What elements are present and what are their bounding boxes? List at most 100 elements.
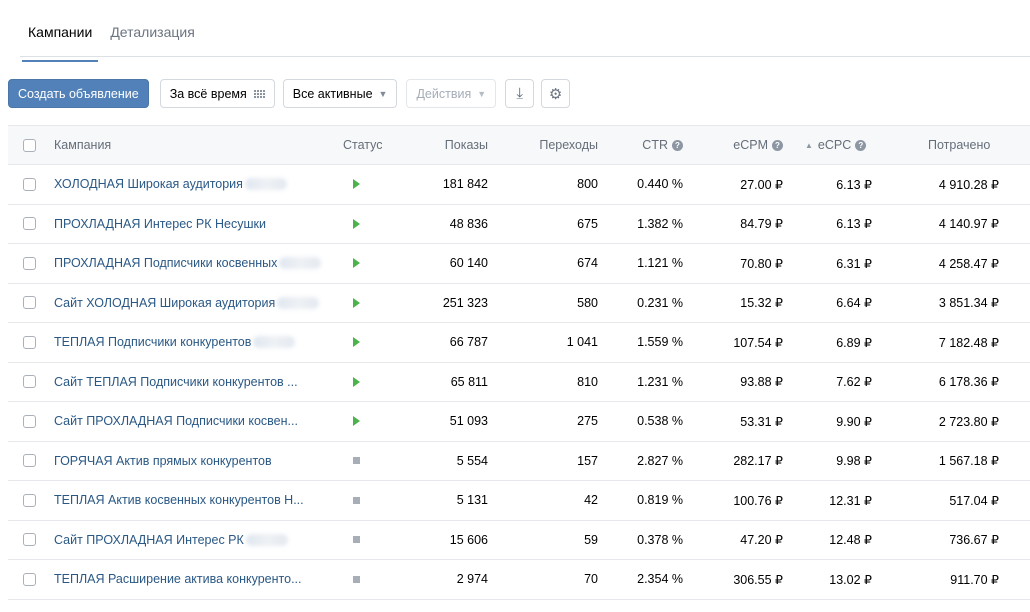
play-icon[interactable] <box>353 297 360 308</box>
download-icon: ⤓ <box>516 85 523 102</box>
table-row[interactable]: ПРОХЛАДНАЯ Подписчики косвенных 60 140 674… <box>8 244 1030 284</box>
table-row[interactable]: Сайт ХОЛОДНАЯ Широкая аудитория 251 323 58… <box>8 284 1030 323</box>
status-cell <box>353 481 373 520</box>
table-header: Кампания Статус Показы Переходы CTR ? eC… <box>8 125 1030 165</box>
row-checkbox[interactable] <box>23 256 36 270</box>
header-views[interactable]: Показы <box>406 126 488 164</box>
table-row[interactable]: ГОРЯЧАЯ Актив прямых конкурентов 5 554 157… <box>8 442 1030 481</box>
clicks-cell: 157 <box>577 453 598 468</box>
row-checkbox[interactable] <box>23 335 36 349</box>
ctr-cell: 0.378 % <box>637 532 683 547</box>
ecpc-cell: 6.64 ₽ <box>836 296 872 311</box>
play-icon[interactable] <box>353 376 360 387</box>
row-checkbox[interactable] <box>23 493 36 507</box>
status-cell <box>353 165 373 204</box>
campaign-name-link[interactable]: ПРОХЛАДНАЯ Подписчики косвенных <box>54 256 277 270</box>
campaign-name-link[interactable]: ТЕПЛАЯ Актив косвенных конкурентов Н... <box>54 493 304 507</box>
campaign-name-link[interactable]: ПРОХЛАДНАЯ Интерес РК Несушки <box>54 217 266 231</box>
row-checkbox[interactable] <box>23 572 36 586</box>
ecpc-cell: 9.90 ₽ <box>836 414 872 429</box>
campaign-name-link[interactable]: Сайт ХОЛОДНАЯ Широкая аудитория <box>54 296 275 310</box>
header-campaign[interactable]: Кампания <box>54 126 324 164</box>
header-spent[interactable]: Потрачено <box>928 126 1030 164</box>
help-icon[interactable]: ? <box>672 139 683 151</box>
table-row[interactable]: Сайт ПРОХЛАДНАЯ Подписчики косвен... 51 0… <box>8 402 1030 442</box>
row-checkbox-cell <box>23 560 37 599</box>
create-ad-button[interactable]: Создать объявление <box>8 79 149 108</box>
header-ecpc[interactable]: ▲ eCPC ? <box>805 126 885 164</box>
ecpc-cell: 9.98 ₽ <box>836 454 872 469</box>
status-filter-dropdown[interactable]: Все активные ▼ <box>282 79 398 108</box>
play-icon[interactable] <box>353 179 360 190</box>
ecpc-cell: 13.02 ₽ <box>829 572 872 587</box>
redacted-text <box>245 533 288 546</box>
header-ecpm[interactable]: eCPM ? <box>701 126 783 164</box>
ecpm-cell: 107.54 ₽ <box>733 335 783 350</box>
table-row[interactable]: ХОЛОДНАЯ Широкая аудитория 181 842 800 0.44… <box>8 165 1030 205</box>
ecpm-cell: 306.55 ₽ <box>733 572 783 587</box>
help-icon[interactable]: ? <box>855 139 867 151</box>
campaign-name-cell: ТЕПЛАЯ Актив косвенных конкурентов Н... <box>54 481 324 520</box>
campaign-name-cell: Сайт ТЕПЛАЯ Подписчики конкурентов ... <box>54 363 324 402</box>
play-icon[interactable] <box>353 337 360 348</box>
tab-campaigns[interactable]: Кампании <box>21 24 99 62</box>
campaign-name-link[interactable]: ТЕПЛАЯ Расширение актива конкуренто... <box>54 572 302 586</box>
campaign-name-cell: ХОЛОДНАЯ Широкая аудитория <box>54 165 324 204</box>
spent-cell: 1 567.18 ₽ <box>938 454 999 469</box>
campaign-name-cell: ПРОХЛАДНАЯ Интерес РК Несушки <box>54 205 324 244</box>
table-row[interactable]: Сайт ТЕПЛАЯ Подписчики конкурентов ... 65… <box>8 363 1030 402</box>
row-checkbox-cell <box>23 205 37 244</box>
header-ctr[interactable]: CTR ? <box>612 126 683 164</box>
stop-icon[interactable] <box>353 536 360 544</box>
header-clicks[interactable]: Переходы <box>506 126 598 164</box>
header-ctr-label: CTR <box>642 138 668 152</box>
views-cell: 251 323 <box>442 295 488 310</box>
row-checkbox[interactable] <box>23 177 36 191</box>
row-checkbox[interactable] <box>23 375 36 389</box>
actions-dropdown[interactable]: Действия ▼ <box>406 79 497 108</box>
ecpm-cell: 47.20 ₽ <box>740 533 783 548</box>
actions-label: Действия <box>416 86 472 101</box>
status-cell <box>353 402 373 441</box>
ecpc-cell: 6.13 ₽ <box>836 217 872 232</box>
play-icon[interactable] <box>353 416 360 427</box>
table-body: ХОЛОДНАЯ Широкая аудитория 181 842 800 0.44… <box>8 165 1030 600</box>
header-status[interactable]: Статус <box>343 126 391 164</box>
stop-icon[interactable] <box>353 575 360 583</box>
campaign-name-link[interactable]: Сайт ПРОХЛАДНАЯ Интерес РК <box>54 533 244 547</box>
ecpm-cell: 100.76 ₽ <box>733 493 783 508</box>
row-checkbox[interactable] <box>23 454 36 468</box>
help-icon[interactable]: ? <box>772 139 783 151</box>
row-checkbox[interactable] <box>23 414 36 428</box>
row-checkbox[interactable] <box>23 217 36 231</box>
campaign-name-link[interactable]: Сайт ТЕПЛАЯ Подписчики конкурентов ... <box>54 375 298 389</box>
campaign-name-link[interactable]: ХОЛОДНАЯ Широкая аудитория <box>54 177 243 191</box>
status-cell <box>353 363 373 402</box>
settings-button[interactable]: ⚙ <box>541 79 571 108</box>
row-checkbox[interactable] <box>23 296 36 310</box>
download-button[interactable]: ⤓ <box>505 79 535 108</box>
campaign-name-link[interactable]: Сайт ПРОХЛАДНАЯ Подписчики косвен... <box>54 414 298 428</box>
status-cell <box>353 205 373 244</box>
table-row[interactable]: Сайт ПРОХЛАДНАЯ Интерес РК 15 606 59 0.378 … <box>8 521 1030 560</box>
views-cell: 48 836 <box>449 216 488 231</box>
table-row[interactable]: ТЕПЛАЯ Актив косвенных конкурентов Н... 5… <box>8 481 1030 521</box>
table-row[interactable]: ТЕПЛАЯ Подписчики конкурентов 66 787 1 041… <box>8 323 1030 363</box>
tab-details[interactable]: Детализация <box>110 24 194 48</box>
select-all-checkbox[interactable] <box>23 138 36 152</box>
clicks-cell: 675 <box>577 216 598 231</box>
stop-icon[interactable] <box>353 457 360 465</box>
play-icon[interactable] <box>353 258 360 269</box>
table-row[interactable]: ТЕПЛАЯ Расширение актива конкуренто... 2 … <box>8 560 1030 600</box>
stop-icon[interactable] <box>353 496 360 504</box>
campaign-name-link[interactable]: ГОРЯЧАЯ Актив прямых конкурентов <box>54 454 272 468</box>
play-icon[interactable] <box>353 218 360 229</box>
row-checkbox-cell <box>23 481 37 520</box>
clicks-cell: 674 <box>577 256 598 271</box>
period-selector[interactable]: За всё время <box>159 79 275 108</box>
header-ecpc-label: eCPC <box>817 138 852 152</box>
ctr-cell: 2.827 % <box>637 453 683 468</box>
row-checkbox[interactable] <box>23 533 36 547</box>
campaign-name-link[interactable]: ТЕПЛАЯ Подписчики конкурентов <box>54 335 251 349</box>
table-row[interactable]: ПРОХЛАДНАЯ Интерес РК Несушки 48 836 675 1.… <box>8 205 1030 244</box>
